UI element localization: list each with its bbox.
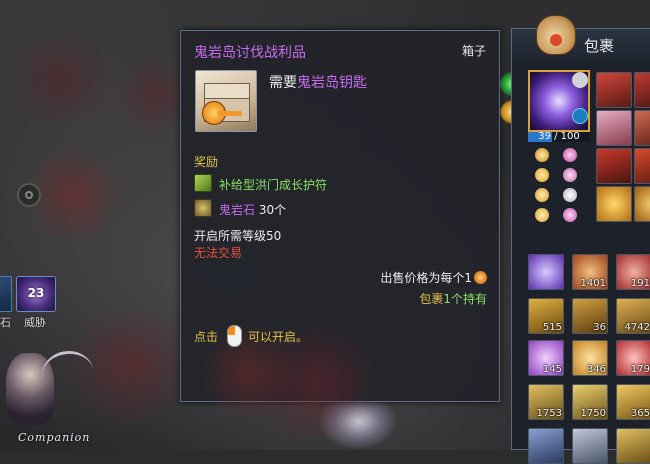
equipment-slot[interactable] bbox=[596, 148, 632, 184]
equipment-slot[interactable] bbox=[596, 72, 632, 108]
chest-icon bbox=[195, 70, 257, 132]
gem-icon[interactable] bbox=[563, 168, 577, 182]
gem-icon[interactable] bbox=[563, 148, 577, 162]
refresh-icon[interactable] bbox=[572, 108, 588, 124]
slot-count: 1753 bbox=[536, 408, 562, 419]
mouse-right-click-icon bbox=[227, 325, 242, 347]
inventory-capacity-bar: 39 / 100 bbox=[528, 131, 590, 142]
reward-name: 鬼岩石 bbox=[219, 203, 256, 217]
companion-label: Companion bbox=[18, 431, 91, 444]
slot-count: 179 bbox=[630, 364, 650, 375]
slot-count: 1750 bbox=[580, 408, 606, 419]
slot-count: 1401 bbox=[580, 278, 606, 289]
inventory-slot[interactable]: 365 bbox=[616, 384, 650, 420]
world-marker-icon[interactable] bbox=[17, 183, 41, 207]
equipment-slot[interactable] bbox=[634, 72, 650, 108]
sell-price-text: 出售价格为每个1 bbox=[380, 271, 472, 285]
slot-count: 4742 bbox=[624, 322, 650, 333]
reward-name: 补给型洪门成长护符 bbox=[219, 178, 328, 192]
inventory-capacity: 39 / 100 bbox=[538, 131, 580, 142]
gem-icon[interactable] bbox=[535, 168, 549, 182]
level-requirement: 开启所需等级50 bbox=[194, 229, 282, 243]
bag-owned-prefix: 包裹 bbox=[419, 292, 444, 306]
skill-label-threat: 威胁 bbox=[24, 316, 46, 329]
inventory-slot[interactable]: 36 bbox=[572, 298, 608, 334]
red-tree-foliage bbox=[0, 40, 120, 120]
slot-count: 365 bbox=[630, 408, 650, 419]
bag-icon bbox=[536, 15, 576, 55]
inventory-slot[interactable]: 346 bbox=[572, 340, 608, 376]
inventory-slot[interactable]: 1401 bbox=[572, 254, 608, 290]
item-title: 鬼岩岛讨伐战利品 bbox=[194, 45, 306, 61]
inventory-header: 包裹 bbox=[512, 15, 650, 61]
gem-icon[interactable] bbox=[535, 148, 549, 162]
ore-icon bbox=[194, 199, 212, 217]
bag-owned: 包裹1个持有 bbox=[419, 290, 487, 307]
equipment-slot[interactable] bbox=[596, 110, 632, 146]
inventory-slot[interactable]: 1753 bbox=[528, 384, 564, 420]
slot-count: 515 bbox=[542, 322, 562, 333]
inventory-slot[interactable] bbox=[528, 254, 564, 290]
required-key: 需要鬼岩岛钥匙 bbox=[269, 72, 367, 92]
inventory-slot[interactable]: 145 bbox=[528, 340, 564, 376]
equipment-slot[interactable] bbox=[634, 110, 650, 146]
skill-level: 23 bbox=[27, 286, 45, 300]
companion-hair bbox=[38, 347, 98, 402]
open-hint-suffix: 可以开启。 bbox=[248, 328, 388, 438]
inventory-title: 包裹 bbox=[584, 37, 615, 55]
equipment-slot[interactable] bbox=[634, 148, 650, 184]
item-type: 箱子 bbox=[461, 44, 486, 58]
inventory-slot[interactable] bbox=[616, 428, 650, 464]
item-tooltip: 鬼岩岛讨伐战利品 箱子 需要鬼岩岛钥匙 奖励 补给型洪门成长护符 鬼岩石 30个… bbox=[180, 30, 500, 438]
charm-icon bbox=[194, 174, 212, 192]
skill-slot-threat[interactable]: 23 bbox=[16, 276, 56, 312]
skill-label-left: 石 bbox=[0, 316, 11, 329]
gem-icon[interactable] bbox=[563, 208, 577, 222]
key-stem bbox=[218, 111, 242, 116]
skill-slot-partial[interactable] bbox=[0, 276, 12, 312]
avatar-icon[interactable] bbox=[572, 72, 588, 88]
reward-count: 30个 bbox=[258, 203, 287, 217]
inventory-slot[interactable]: 515 bbox=[528, 298, 564, 334]
gem-icon[interactable] bbox=[563, 188, 577, 202]
slot-count: 36 bbox=[593, 322, 606, 333]
inventory-slot[interactable]: 191 bbox=[616, 254, 650, 290]
inventory-slot[interactable]: 1750 bbox=[572, 384, 608, 420]
sell-price: 出售价格为每个1 bbox=[380, 269, 487, 286]
equipment-slot[interactable] bbox=[634, 186, 650, 222]
inventory-slot[interactable]: 4742 bbox=[616, 298, 650, 334]
trade-restriction: 无法交易 bbox=[194, 246, 243, 260]
inventory-slot[interactable] bbox=[572, 428, 608, 464]
equipment-slot[interactable] bbox=[596, 186, 632, 222]
slot-count: 191 bbox=[630, 278, 650, 289]
reward-text: 鬼岩石 30个 bbox=[219, 201, 286, 218]
gem-icon[interactable] bbox=[535, 188, 549, 202]
gem-icon[interactable] bbox=[535, 208, 549, 222]
bag-owned-count: 1个持有 bbox=[443, 292, 487, 306]
required-item: 鬼岩岛钥匙 bbox=[297, 75, 367, 91]
slot-count: 346 bbox=[586, 364, 606, 375]
inventory-slot[interactable] bbox=[528, 428, 564, 464]
reward-heading: 奖励 bbox=[194, 155, 219, 169]
companion-portrait[interactable]: Companion bbox=[0, 345, 110, 450]
inventory-slot[interactable]: 179 bbox=[616, 340, 650, 376]
required-prefix: 需要 bbox=[269, 75, 297, 91]
copper-coin-icon bbox=[474, 271, 487, 284]
slot-count: 145 bbox=[542, 364, 562, 375]
